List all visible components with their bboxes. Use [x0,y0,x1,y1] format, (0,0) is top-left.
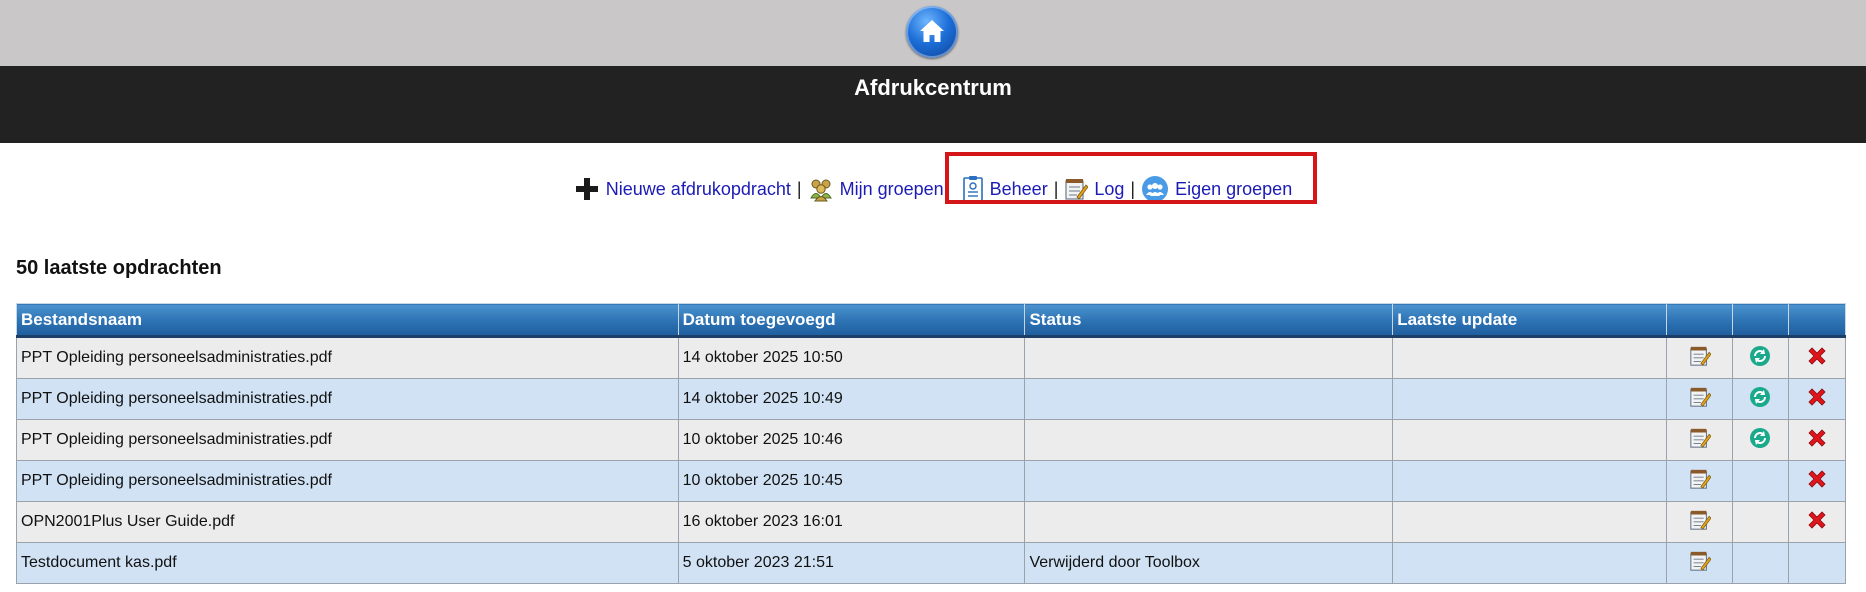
cell-edit [1666,501,1733,543]
delete-x-icon[interactable] [1806,468,1828,495]
edit-notepad-icon[interactable] [1689,386,1711,413]
cell-filename: PPT Opleiding personeelsadministraties.p… [16,378,679,420]
delete-x-icon[interactable] [1806,386,1828,413]
edit-notepad-icon[interactable] [1689,345,1711,372]
cell-refresh [1732,460,1789,502]
cell-status [1024,419,1394,461]
action-nav: Nieuwe afdrukopdracht | Mijn groepen Beh… [0,168,1866,210]
jobs-table: Bestandsnaam Datum toegevoegd Status Laa… [16,303,1847,584]
cell-delete [1787,542,1847,584]
cell-refresh [1732,501,1789,543]
col-status[interactable]: Status [1024,303,1394,338]
refresh-icon[interactable] [1749,345,1771,372]
cell-edit [1666,419,1733,461]
my-groups-label: Mijn groepen [839,178,944,199]
title-bar: Afdrukcentrum [0,66,1866,143]
table-row: PPT Opleiding personeelsadministraties.p… [16,336,1847,379]
cell-delete [1787,336,1847,379]
cell-date-added: 14 oktober 2025 10:50 [677,336,1026,379]
new-job-link[interactable]: Nieuwe afdrukopdracht [574,176,791,202]
cell-date-added: 10 oktober 2025 10:45 [677,460,1026,502]
nav-separator: | [796,178,802,199]
cell-edit [1666,542,1733,584]
cell-refresh [1732,378,1789,420]
col-refresh [1732,303,1789,338]
col-laatste-update[interactable]: Laatste update [1392,303,1668,338]
cell-status: Verwijderd door Toolbox [1024,542,1394,584]
delete-x-icon[interactable] [1806,427,1828,454]
cell-edit [1666,460,1733,502]
page-title: Afdrukcentrum [854,75,1012,100]
table-row: OPN2001Plus User Guide.pdf 16 oktober 20… [16,501,1847,543]
col-delete [1787,303,1847,338]
cell-last-update [1392,501,1668,543]
cell-date-added: 10 oktober 2025 10:46 [677,419,1026,461]
refresh-icon[interactable] [1749,386,1771,413]
cell-delete [1787,419,1847,461]
home-button[interactable] [906,6,958,58]
edit-notepad-icon[interactable] [1689,468,1711,495]
refresh-icon[interactable] [1749,427,1771,454]
cell-delete [1787,460,1847,502]
cell-status [1024,378,1394,420]
col-bestandsnaam[interactable]: Bestandsnaam [16,303,679,338]
cell-last-update [1392,419,1668,461]
cell-filename: PPT Opleiding personeelsadministraties.p… [16,336,679,379]
delete-x-icon[interactable] [1806,509,1828,536]
table-row: PPT Opleiding personeelsadministraties.p… [16,460,1847,502]
table-row: Testdocument kas.pdf 5 oktober 2023 21:5… [16,542,1847,584]
cell-date-added: 5 oktober 2023 21:51 [677,542,1026,584]
cell-date-added: 16 oktober 2023 16:01 [677,501,1026,543]
cell-refresh [1732,542,1789,584]
cell-filename: PPT Opleiding personeelsadministraties.p… [16,460,679,502]
cell-status [1024,336,1394,379]
cell-edit [1666,336,1733,379]
people-group-icon [809,179,832,202]
new-job-label: Nieuwe afdrukopdracht [605,178,791,199]
plus-icon [575,178,598,200]
col-edit [1666,303,1733,338]
cell-refresh [1732,336,1789,379]
cell-last-update [1392,542,1668,584]
col-datum-toegevoegd[interactable]: Datum toegevoegd [677,303,1026,338]
cell-refresh [1732,419,1789,461]
cell-filename: OPN2001Plus User Guide.pdf [16,501,679,543]
home-icon [920,20,944,42]
my-groups-link[interactable]: Mijn groepen [808,176,944,202]
cell-last-update [1392,336,1668,379]
cell-status [1024,501,1394,543]
cell-last-update [1392,460,1668,502]
table-row: PPT Opleiding personeelsadministraties.p… [16,378,1847,420]
cell-filename: PPT Opleiding personeelsadministraties.p… [16,419,679,461]
cell-status [1024,460,1394,502]
edit-notepad-icon[interactable] [1689,550,1711,577]
top-bar [0,0,1866,66]
section-title: 50 laatste opdrachten [16,257,222,279]
cell-delete [1787,378,1847,420]
edit-notepad-icon[interactable] [1689,509,1711,536]
cell-delete [1787,501,1847,543]
highlight-box [945,152,1317,204]
delete-x-icon[interactable] [1806,345,1828,372]
cell-date-added: 14 oktober 2025 10:49 [677,378,1026,420]
cell-filename: Testdocument kas.pdf [16,542,679,584]
cell-edit [1666,378,1733,420]
table-row: PPT Opleiding personeelsadministraties.p… [16,419,1847,461]
edit-notepad-icon[interactable] [1689,427,1711,454]
cell-last-update [1392,378,1668,420]
table-header-row: Bestandsnaam Datum toegevoegd Status Laa… [16,303,1847,338]
